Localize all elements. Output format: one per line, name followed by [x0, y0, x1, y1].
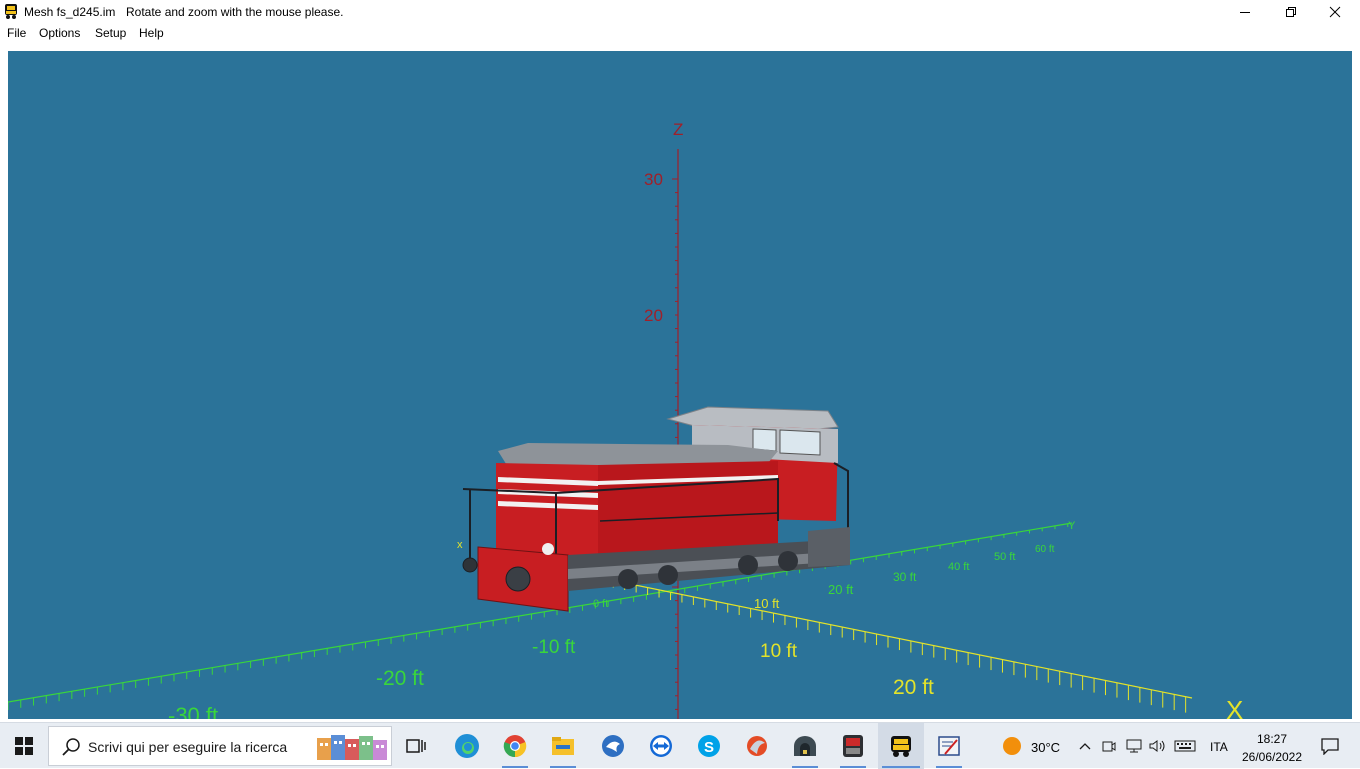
- z-tick-label-20: 20: [644, 306, 663, 325]
- skype-icon: S: [698, 735, 720, 757]
- restore-icon: [1286, 7, 1296, 17]
- app-train-icon: [843, 735, 863, 757]
- tray-overflow-button[interactable]: [1076, 735, 1094, 757]
- y-tick-neg10ft: -10 ft: [532, 637, 576, 658]
- y-tick-20ft: 20 ft: [828, 582, 854, 597]
- y-tick-40ft: 40 ft: [948, 561, 969, 573]
- menu-setup[interactable]: Setup: [95, 26, 126, 40]
- taskbar-app-tunnel[interactable]: [782, 723, 828, 769]
- x-axis-small-label: x: [457, 539, 463, 551]
- taskbar-app-file-explorer[interactable]: [540, 723, 586, 769]
- close-button[interactable]: [1312, 0, 1358, 24]
- y-tick-50ft: 50 ft: [994, 551, 1015, 563]
- taskbar-app-train[interactable]: [830, 723, 876, 769]
- z-tick-label-30: 30: [644, 170, 663, 189]
- notifications-button[interactable]: [1310, 723, 1350, 769]
- y-tick-60ft: 60 ft: [1035, 544, 1055, 555]
- taskbar-app-teamviewer[interactable]: [638, 723, 684, 769]
- app-tunnel-icon: [794, 736, 816, 756]
- tray-meet-now[interactable]: [1100, 735, 1118, 757]
- y-axis-label: Y: [1068, 520, 1076, 532]
- tray-volume[interactable]: [1148, 735, 1168, 757]
- taskbar-app-blue[interactable]: [590, 723, 636, 769]
- keyboard-icon: [1174, 740, 1196, 752]
- app-editor-icon: [938, 736, 960, 756]
- teamviewer-icon: [650, 735, 672, 757]
- close-icon: [1329, 6, 1341, 18]
- x-tick-10ft: 10 ft: [760, 641, 798, 662]
- chevron-up-icon: [1079, 743, 1091, 750]
- taskbar-app-editor[interactable]: [926, 723, 972, 769]
- taskbar-app-edge[interactable]: [444, 723, 490, 769]
- menu-help[interactable]: Help: [139, 26, 164, 40]
- taskbar-app-skype[interactable]: S: [686, 723, 732, 769]
- app-locomotive-icon: [891, 736, 911, 757]
- x-tick-20ft: 20 ft: [893, 676, 934, 699]
- y-tick-neg30ft: -30 ft: [168, 703, 218, 719]
- minimize-icon: [1240, 12, 1250, 13]
- clock-date[interactable]: 26/06/2022: [1240, 750, 1304, 764]
- window-title: Mesh fs_d245.im: [24, 5, 116, 19]
- z-axis-label: Z: [673, 120, 683, 139]
- app-blue-bird-icon: [602, 735, 624, 757]
- search-input[interactable]: Scrivi qui per eseguire la ricerca: [48, 726, 392, 766]
- clock-time[interactable]: 18:27: [1250, 732, 1294, 746]
- y-tick-neg20ft: -20 ft: [376, 667, 424, 690]
- folder-icon: [552, 737, 574, 755]
- weather-sun-icon[interactable]: [1003, 737, 1021, 755]
- network-icon: [1126, 739, 1142, 753]
- title-bar: Mesh fs_d245.im Rotate and zoom with the…: [0, 0, 1360, 24]
- y-tick-30ft: 30 ft: [893, 570, 917, 584]
- locomotive-model[interactable]: [462, 406, 850, 612]
- windows-logo-icon: [15, 737, 33, 755]
- minimize-button[interactable]: [1222, 0, 1268, 24]
- chrome-icon: [503, 735, 527, 758]
- speaker-icon: [1149, 740, 1165, 752]
- weather-temperature[interactable]: 30°C: [1031, 740, 1060, 755]
- taskbar-app-orange[interactable]: [734, 723, 780, 769]
- task-view-button[interactable]: [393, 723, 439, 769]
- menu-bar: File Options Setup Help: [0, 24, 1360, 43]
- search-icon: [62, 738, 80, 756]
- menu-file[interactable]: File: [7, 26, 26, 40]
- window-hint: Rotate and zoom with the mouse please.: [126, 5, 344, 19]
- camera-icon: [1102, 741, 1116, 752]
- task-view-icon: [406, 739, 426, 753]
- search-placeholder: Scrivi qui per eseguire la ricerca: [88, 739, 288, 755]
- svg-text:S: S: [704, 739, 714, 756]
- mesh-viewport[interactable]: Z 30 20 Y 20 ft 30 ft 40 ft 50 ft 60 ft …: [8, 51, 1352, 719]
- start-button[interactable]: [0, 723, 48, 769]
- tray-touch-keyboard[interactable]: [1172, 735, 1198, 757]
- notification-icon: [1321, 738, 1339, 755]
- tray-network[interactable]: [1124, 735, 1144, 757]
- y-tick-0ft: 0 ft: [593, 598, 608, 610]
- menu-options[interactable]: Options: [39, 26, 80, 40]
- restore-button[interactable]: [1268, 0, 1314, 24]
- taskbar-app-mesh-viewer[interactable]: [878, 723, 924, 769]
- app-locomotive-icon: [5, 4, 17, 19]
- edge-icon: [455, 734, 479, 758]
- scene-canvas[interactable]: Z 30 20 Y 20 ft 30 ft 40 ft 50 ft 60 ft …: [8, 51, 1352, 719]
- search-highlight-houses-icon: [317, 735, 387, 760]
- taskbar-app-chrome[interactable]: [492, 723, 538, 769]
- taskbar: Scrivi qui per eseguire la ricerca S 30°…: [0, 722, 1360, 769]
- x-axis-label: X: [1226, 695, 1243, 719]
- x-tick-10ft-small: 10 ft: [754, 596, 780, 611]
- input-language[interactable]: ITA: [1210, 740, 1228, 754]
- app-orange-swirl-icon: [747, 736, 767, 756]
